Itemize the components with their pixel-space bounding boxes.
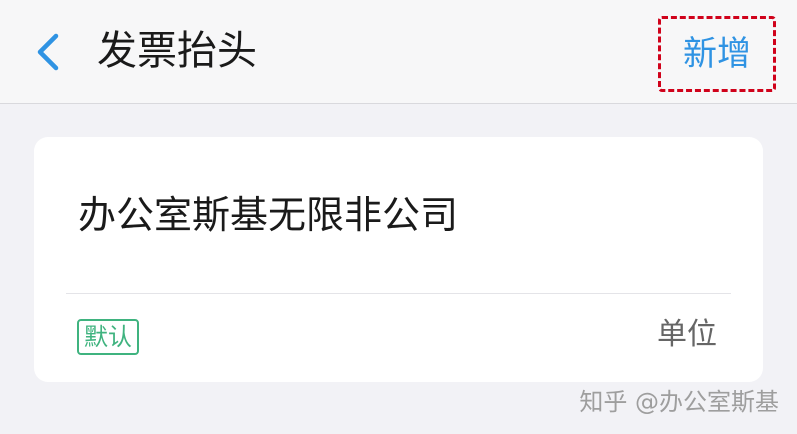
invoice-title-card[interactable]: 办公室斯基无限非公司 默认 单位 (34, 137, 763, 382)
default-badge: 默认 (77, 319, 139, 355)
chevron-left-icon (37, 33, 59, 71)
back-button[interactable] (28, 30, 68, 74)
card-divider (66, 293, 731, 294)
company-name: 办公室斯基无限非公司 (78, 193, 459, 237)
invoice-type-label: 单位 (657, 317, 717, 352)
top-nav-bar: 发票抬头 新增 (0, 0, 797, 104)
watermark: 知乎 @办公室斯基 (579, 388, 779, 416)
add-button[interactable]: 新增 (658, 16, 776, 92)
page-title: 发票抬头 (97, 28, 257, 74)
add-button-label: 新增 (683, 34, 751, 74)
